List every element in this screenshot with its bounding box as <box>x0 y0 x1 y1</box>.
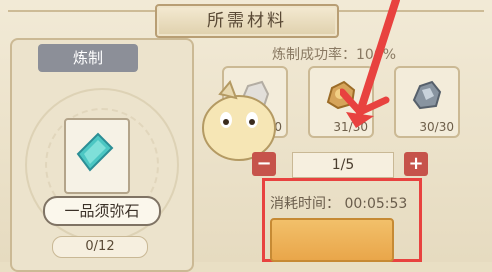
material-panel: 所需材料 炼制 一品须弥石 0/12 炼制成功率：100% 30/30 31/3… <box>0 0 492 272</box>
quantity-display: 1/5 <box>292 152 394 178</box>
increase-button[interactable]: + <box>404 152 428 176</box>
consume-time-value: 00:05:53 <box>344 196 408 212</box>
consume-time: 消耗时间： 00:05:53 <box>270 193 407 213</box>
red-arrow-icon <box>340 0 400 128</box>
gem-icon <box>76 132 114 172</box>
panel-title: 所需材料 <box>207 11 287 31</box>
craft-button[interactable] <box>270 218 394 262</box>
consume-time-label: 消耗时间： <box>270 196 340 212</box>
decrease-button[interactable]: − <box>252 152 276 176</box>
item-count: 0/12 <box>52 236 148 258</box>
material-count-3: 30/30 <box>419 120 454 134</box>
item-name-plate: 一品须弥石 <box>43 196 161 226</box>
title-plate: 所需材料 <box>155 4 339 38</box>
refine-tag: 炼制 <box>38 44 138 72</box>
